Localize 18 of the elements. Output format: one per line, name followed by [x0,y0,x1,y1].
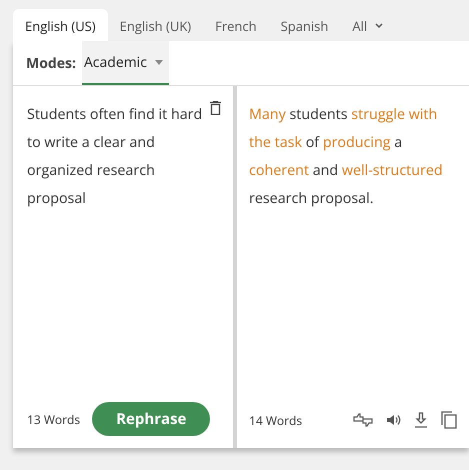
modes-label: Modes: [26,54,76,72]
mode-dropdown[interactable]: Academic [82,41,169,85]
download-icon[interactable] [415,412,427,428]
word-count: 13 Words [27,410,80,428]
rephrase-button[interactable]: Rephrase [92,402,210,436]
output-text: Many students struggle with the task of producing a coherent and well-structured research proposal. [249,104,444,210]
word-count: 14 Words [249,412,302,428]
language-tab[interactable]: French [203,9,269,41]
language-tab[interactable]: English (US) [13,9,108,41]
language-tab[interactable]: Spanish [268,9,340,41]
thumbs-icon[interactable] [353,413,373,427]
language-tab[interactable]: All [340,9,396,41]
caret-icon [154,60,163,64]
language-tab[interactable]: English (UK) [108,9,204,41]
trash-icon[interactable] [210,101,221,115]
copy-icon[interactable] [441,411,457,429]
speaker-icon[interactable] [387,414,401,426]
input-text[interactable]: Students often find it hard to write a clear and organized research proposal [27,101,206,213]
